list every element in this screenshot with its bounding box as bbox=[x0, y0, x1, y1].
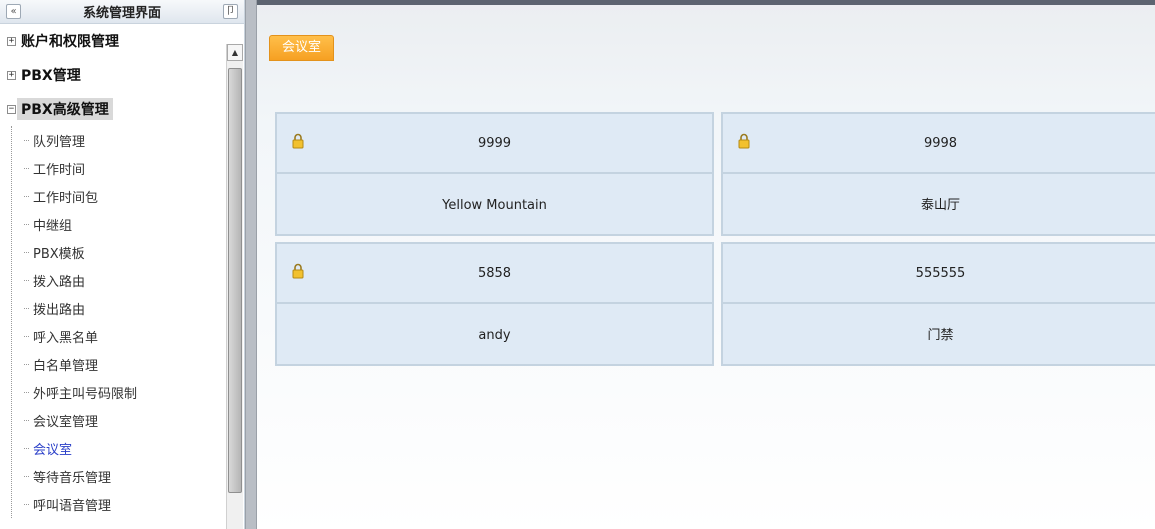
tree-leaf-trunk-group[interactable]: 中继组 bbox=[0, 210, 226, 238]
room-name-row: 门禁 bbox=[723, 306, 1155, 366]
room-number: 9999 bbox=[477, 136, 512, 151]
tree-leaf-hold-music[interactable]: 等待音乐管理 bbox=[0, 462, 226, 490]
tree-leaf-inbound-route[interactable]: 拨入路由 bbox=[0, 266, 226, 294]
tree-leaf-pbx-template[interactable]: PBX模板 bbox=[0, 238, 226, 266]
sidebar-scrollbar[interactable]: ▲ bbox=[226, 44, 243, 529]
sidebar-title: 系统管理界面 bbox=[82, 6, 161, 21]
tree-leaf-queue[interactable]: 队列管理 bbox=[0, 126, 226, 154]
main-panel: 会议室 9999 Yellow Mountain 9998 泰山厅 5858 a… bbox=[257, 0, 1155, 529]
room-name-row: Yellow Mountain bbox=[277, 176, 712, 236]
room-name: 泰山厅 bbox=[920, 198, 960, 213]
tree-node-pbx[interactable]: + PBX管理 bbox=[0, 58, 226, 92]
room-card-5858[interactable]: 5858 andy bbox=[275, 242, 714, 366]
expand-toggle-icon[interactable]: + bbox=[7, 70, 16, 80]
tree-leaf-outbound-route[interactable]: 拨出路由 bbox=[0, 294, 226, 322]
tree-children: 队列管理 工作时间 工作时间包 中继组 PBX模板 拨入路由 拨出路由 呼入黑名… bbox=[0, 126, 226, 518]
tree-leaf-work-time[interactable]: 工作时间 bbox=[0, 154, 226, 182]
tree-leaf-conference-room[interactable]: 会议室 bbox=[0, 434, 226, 462]
tree-leaf-inbound-blacklist[interactable]: 呼入黑名单 bbox=[0, 322, 226, 350]
room-number-row: 9999 bbox=[277, 114, 712, 174]
tree-node-label[interactable]: PBX管理 bbox=[17, 64, 85, 86]
room-card-9998[interactable]: 9998 泰山厅 bbox=[721, 112, 1155, 236]
tree-leaf-conference-manage[interactable]: 会议室管理 bbox=[0, 406, 226, 434]
sidebar-header: « 系统管理界面 卩 bbox=[0, 0, 244, 24]
tree-node-accounts[interactable]: + 账户和权限管理 bbox=[0, 24, 226, 58]
room-card-555555[interactable]: 555555 门禁 bbox=[721, 242, 1155, 366]
tree-leaf-caller-id-limit[interactable]: 外呼主叫号码限制 bbox=[0, 378, 226, 406]
tab-conference-room[interactable]: 会议室 bbox=[269, 35, 335, 61]
tree-node-pbx-advanced[interactable]: − PBX高级管理 bbox=[0, 92, 226, 126]
nav-tree: + 账户和权限管理 + PBX管理 − PBX高级管理 队列管理 工作时间 工作… bbox=[0, 24, 226, 529]
panel-splitter[interactable] bbox=[245, 0, 257, 529]
room-name: 门禁 bbox=[927, 328, 954, 343]
scroll-up-arrow-icon[interactable]: ▲ bbox=[227, 44, 243, 61]
room-number: 9998 bbox=[923, 136, 958, 151]
room-number-row: 555555 bbox=[723, 244, 1155, 304]
room-name: Yellow Mountain bbox=[442, 198, 547, 213]
pin-icon[interactable]: 卩 bbox=[222, 4, 238, 19]
scroll-thumb[interactable] bbox=[228, 68, 242, 493]
collapse-toggle-icon[interactable]: − bbox=[7, 104, 16, 114]
room-card-9999[interactable]: 9999 Yellow Mountain bbox=[275, 112, 714, 236]
room-name-row: 泰山厅 bbox=[723, 176, 1155, 236]
room-number-row: 5858 bbox=[277, 244, 712, 304]
collapse-sidebar-icon[interactable]: « bbox=[6, 4, 21, 19]
tree-leaf-whitelist[interactable]: 白名单管理 bbox=[0, 350, 226, 378]
expand-toggle-icon[interactable]: + bbox=[7, 36, 16, 46]
tree-node-label[interactable]: 账户和权限管理 bbox=[17, 30, 123, 52]
room-name-row: andy bbox=[277, 306, 712, 366]
tree-leaf-work-time-pack[interactable]: 工作时间包 bbox=[0, 182, 226, 210]
sidebar: « 系统管理界面 卩 + 账户和权限管理 + PBX管理 − PBX高级管理 队… bbox=[0, 0, 245, 529]
tree-leaf-call-voice[interactable]: 呼叫语音管理 bbox=[0, 490, 226, 518]
room-number: 5858 bbox=[477, 266, 512, 281]
tree-node-label[interactable]: PBX高级管理 bbox=[17, 98, 113, 120]
room-number: 555555 bbox=[915, 266, 966, 281]
room-name: andy bbox=[478, 328, 511, 343]
room-number-row: 9998 bbox=[723, 114, 1155, 174]
